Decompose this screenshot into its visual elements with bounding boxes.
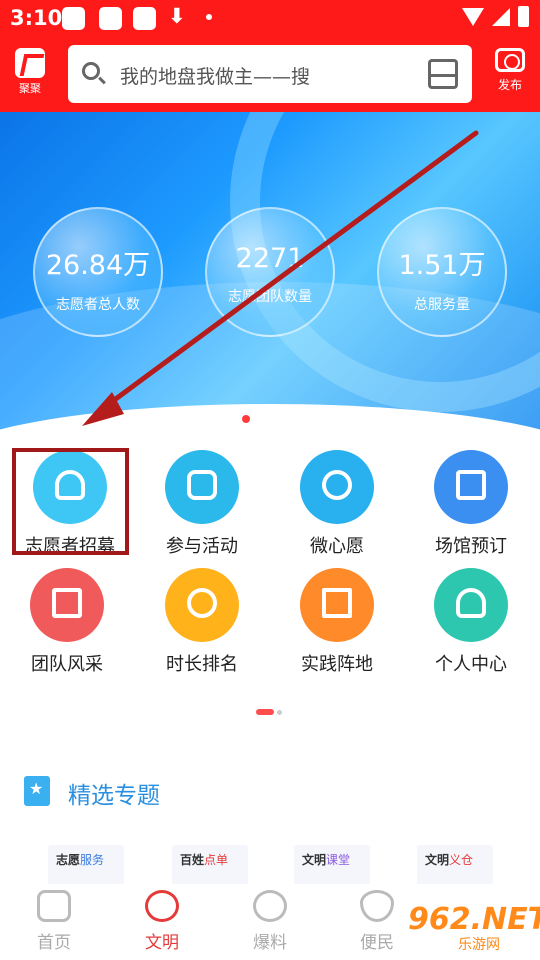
home-icon xyxy=(37,890,71,922)
top-bar: 3:10 ⬇ 聚聚 我的地盘我做主——搜 发布 xyxy=(0,0,540,112)
watermark-main: 962.NET xyxy=(408,902,540,937)
store-icon xyxy=(434,450,508,524)
annotation-highlight-box xyxy=(12,448,129,555)
grid-item-join-activity[interactable]: 参与活动 xyxy=(142,450,262,558)
carousel-indicator xyxy=(0,408,540,427)
site-watermark: 962.NET 乐游网 xyxy=(400,902,540,954)
pager-dot-active xyxy=(256,709,274,715)
grid-item-practice-base[interactable]: 实践阵地 xyxy=(277,568,397,676)
stat-bubble: 2271 志愿团队数量 xyxy=(205,207,335,337)
grid-item-micro-wish[interactable]: 微心愿 xyxy=(277,450,397,558)
grid-item-hours-ranking[interactable]: 时长排名 xyxy=(142,568,262,676)
stat-caption: 志愿者总人数 xyxy=(56,297,140,313)
notification-icon xyxy=(62,7,85,30)
banner-carousel[interactable]: 26.84万 志愿者总人数 2271 志愿团队数量 1.51万 总服务量 xyxy=(0,112,540,435)
nav-item-report[interactable]: 爆料 xyxy=(240,890,300,953)
nav-label: 首页 xyxy=(37,933,71,953)
flower-icon xyxy=(145,890,179,922)
search-icon xyxy=(82,62,100,80)
card-prefix: 百姓 xyxy=(180,853,205,867)
scan-icon[interactable] xyxy=(428,59,458,89)
heart-icon xyxy=(360,890,394,922)
publish-label: 发布 xyxy=(497,78,522,92)
battery-icon xyxy=(518,6,529,27)
card-suffix: 课堂 xyxy=(326,853,351,867)
app-logo-button[interactable]: 聚聚 xyxy=(12,48,48,95)
pager-dot xyxy=(277,710,282,715)
flag-icon xyxy=(300,568,374,642)
nav-label: 爆料 xyxy=(253,933,287,953)
photo-icon xyxy=(30,568,104,642)
status-bar: 3:10 ⬇ xyxy=(0,0,540,38)
grid-item-team-showcase[interactable]: 团队风采 xyxy=(7,568,127,676)
stat-value: 26.84万 xyxy=(45,250,151,281)
grid-item-personal-center[interactable]: 个人中心 xyxy=(411,568,531,676)
stat-value: 1.51万 xyxy=(398,250,486,281)
download-icon: ⬇ xyxy=(168,4,186,28)
user-icon xyxy=(434,568,508,642)
grid-label: 场馆预订 xyxy=(435,536,507,557)
heart-hand-icon xyxy=(300,450,374,524)
stat-bubble: 1.51万 总服务量 xyxy=(377,207,507,337)
wifi-icon xyxy=(462,8,484,26)
notification-icon xyxy=(99,7,122,30)
grid-label: 参与活动 xyxy=(166,536,238,557)
signal-icon xyxy=(492,8,510,26)
grid-label: 时长排名 xyxy=(166,654,238,675)
stat-bubble: 26.84万 志愿者总人数 xyxy=(33,207,163,337)
more-notifications-icon xyxy=(206,14,212,20)
card-prefix: 志愿 xyxy=(56,853,81,867)
search-bar[interactable]: 我的地盘我做主——搜 xyxy=(68,45,472,103)
grid-item-venue-booking[interactable]: 场馆预订 xyxy=(411,450,531,558)
medal-icon xyxy=(165,568,239,642)
logo-icon xyxy=(15,48,45,78)
grid-pager xyxy=(256,700,282,719)
grid-label: 团队风采 xyxy=(31,654,103,675)
nav-item-convenience[interactable]: 便民 xyxy=(347,890,407,953)
stat-caption: 总服务量 xyxy=(414,297,470,313)
stat-value: 2271 xyxy=(235,243,305,274)
card-suffix: 服务 xyxy=(80,853,105,867)
grid-label: 个人中心 xyxy=(435,654,507,675)
status-time: 3:10 xyxy=(10,6,63,30)
logo-label: 聚聚 xyxy=(19,82,41,95)
nav-item-civilization[interactable]: 文明 xyxy=(132,890,192,953)
carousel-dot xyxy=(242,415,250,423)
carousel-dot xyxy=(290,415,298,423)
card-prefix: 文明 xyxy=(302,853,327,867)
section-title: 精选专题 xyxy=(68,783,160,809)
card-suffix: 点单 xyxy=(204,853,229,867)
activity-icon xyxy=(165,450,239,524)
notification-icon xyxy=(133,7,156,30)
star-icon xyxy=(24,776,50,806)
nav-label: 文明 xyxy=(145,933,179,953)
fire-icon xyxy=(253,890,287,922)
carousel-dot xyxy=(274,415,282,423)
stat-caption: 志愿团队数量 xyxy=(228,289,312,305)
watermark-sub: 乐游网 xyxy=(458,937,500,953)
publish-button[interactable]: 发布 xyxy=(488,48,532,93)
nav-label: 便民 xyxy=(360,933,394,953)
card-prefix: 文明 xyxy=(425,853,450,867)
search-placeholder: 我的地盘我做主——搜 xyxy=(120,66,311,88)
card-suffix: 义仓 xyxy=(449,853,474,867)
carousel-dot xyxy=(258,415,266,423)
nav-item-home[interactable]: 首页 xyxy=(24,890,84,953)
camera-icon xyxy=(495,48,525,72)
grid-label: 微心愿 xyxy=(310,536,364,557)
grid-label: 实践阵地 xyxy=(301,654,373,675)
